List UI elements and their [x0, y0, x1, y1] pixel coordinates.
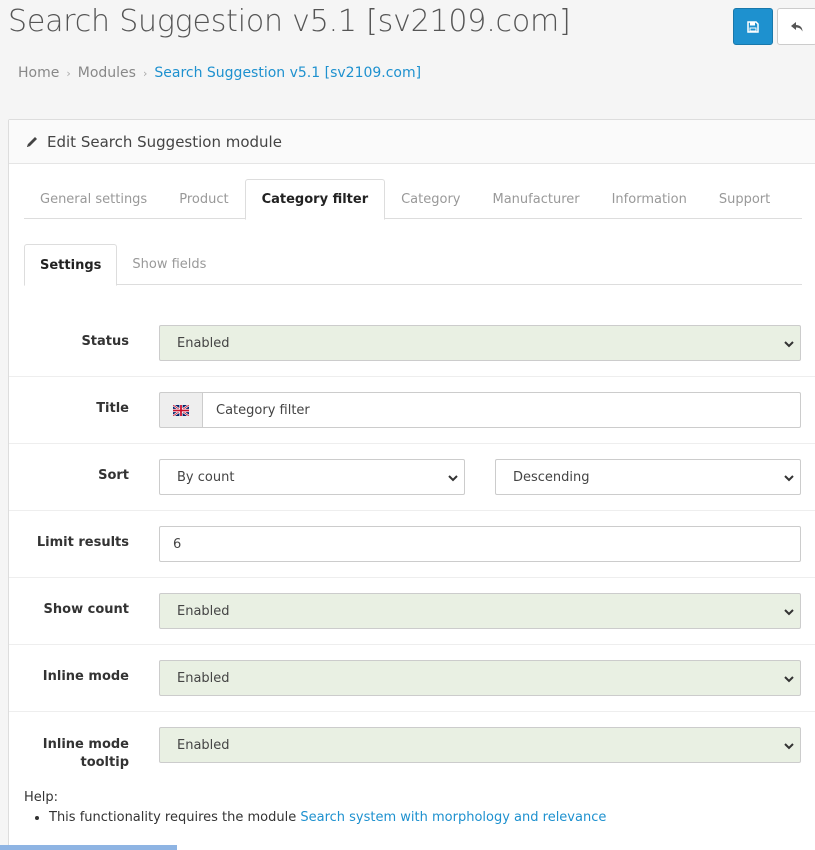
- tab-category-filter[interactable]: Category filter: [244, 179, 386, 220]
- title-label: Title: [96, 401, 129, 416]
- inline-mode-select[interactable]: Enabled: [159, 660, 801, 696]
- bottom-scroll-indicator: [0, 845, 177, 850]
- subtab-show-fields[interactable]: Show fields: [117, 244, 221, 285]
- status-select[interactable]: Enabled: [159, 325, 801, 361]
- back-button[interactable]: [777, 8, 815, 45]
- title-input[interactable]: Category filter: [202, 392, 801, 428]
- sort-row: Sort By count Descending: [9, 444, 815, 511]
- tab-information[interactable]: Information: [596, 179, 703, 219]
- help-section: Help: This functionality requires the mo…: [24, 790, 606, 827]
- help-list: This functionality requires the module S…: [49, 809, 606, 827]
- chevron-down-icon: [784, 743, 794, 750]
- chevron-down-icon: [784, 475, 794, 482]
- inline-tooltip-label: Inline mode tooltip: [9, 736, 129, 772]
- show-count-select[interactable]: Enabled: [159, 593, 801, 629]
- tab-category[interactable]: Category: [385, 179, 476, 219]
- show-count-label: Show count: [43, 602, 129, 617]
- sort-by-select[interactable]: By count: [159, 459, 465, 495]
- inline-tooltip-label-line2: tooltip: [80, 755, 129, 770]
- limit-label: Limit results: [36, 535, 129, 550]
- breadcrumb-separator: ›: [66, 66, 71, 80]
- sub-tabs: Settings Show fields: [24, 244, 802, 286]
- show-count-row: Show count Enabled: [9, 578, 815, 645]
- inline-tooltip-row: Inline mode tooltip Enabled: [9, 712, 815, 779]
- language-flag-addon: [159, 392, 203, 428]
- tab-manufacturer[interactable]: Manufacturer: [477, 179, 596, 219]
- breadcrumb-separator: ›: [142, 66, 148, 80]
- sort-order-value: Descending: [513, 469, 590, 485]
- chevron-down-icon: [784, 341, 794, 348]
- help-item-text: This functionality requires the module: [49, 810, 301, 825]
- inline-mode-row: Inline mode Enabled: [9, 645, 815, 712]
- sort-order-select[interactable]: Descending: [495, 459, 801, 495]
- page-title: Search Suggestion v5.1 [sv2109.com]: [8, 4, 571, 39]
- panel-title: Edit Search Suggestion module: [47, 132, 282, 151]
- subtab-settings[interactable]: Settings: [24, 244, 118, 286]
- sort-label: Sort: [98, 468, 129, 483]
- inline-tooltip-label-line1: Inline mode: [42, 737, 129, 752]
- inline-tooltip-value: Enabled: [177, 737, 230, 753]
- inline-mode-value: Enabled: [177, 670, 230, 686]
- save-icon: [747, 20, 759, 33]
- breadcrumb-current[interactable]: Search Suggestion v5.1 [sv2109.com]: [154, 65, 421, 81]
- title-row: Title Category filter: [9, 377, 815, 444]
- sort-by-value: By count: [177, 469, 235, 485]
- main-tabs: General settings Product Category filter…: [24, 179, 802, 220]
- tab-general-settings[interactable]: General settings: [24, 179, 163, 219]
- inline-tooltip-select[interactable]: Enabled: [159, 727, 801, 763]
- tab-product[interactable]: Product: [163, 179, 244, 219]
- tab-support[interactable]: Support: [703, 179, 786, 219]
- chevron-down-icon: [784, 676, 794, 683]
- help-module-link[interactable]: Search system with morphology and releva…: [300, 810, 606, 825]
- help-title: Help:: [24, 790, 59, 805]
- save-button[interactable]: [733, 8, 773, 45]
- chevron-down-icon: [784, 609, 794, 616]
- reply-icon: [791, 21, 803, 31]
- show-count-value: Enabled: [177, 603, 230, 619]
- status-value: Enabled: [177, 335, 230, 351]
- panel-heading: Edit Search Suggestion module: [9, 120, 815, 164]
- limit-row: Limit results 6: [9, 511, 815, 578]
- title-value: Category filter: [216, 402, 310, 418]
- status-row: Status Enabled: [9, 310, 815, 377]
- pencil-icon: [25, 135, 39, 149]
- page-header: Search Suggestion v5.1 [sv2109.com] Home…: [0, 0, 815, 104]
- breadcrumb-modules[interactable]: Modules: [78, 65, 136, 81]
- status-label: Status: [81, 334, 129, 349]
- limit-input[interactable]: 6: [159, 526, 801, 562]
- uk-flag-icon: [173, 404, 189, 416]
- help-item: This functionality requires the module S…: [49, 809, 606, 827]
- breadcrumb-home[interactable]: Home: [18, 65, 59, 81]
- inline-mode-label: Inline mode: [42, 669, 129, 684]
- edit-panel: Edit Search Suggestion module General se…: [8, 119, 815, 850]
- limit-value: 6: [173, 536, 182, 552]
- chevron-down-icon: [448, 475, 458, 482]
- breadcrumb: Home › Modules › Search Suggestion v5.1 …: [18, 65, 421, 81]
